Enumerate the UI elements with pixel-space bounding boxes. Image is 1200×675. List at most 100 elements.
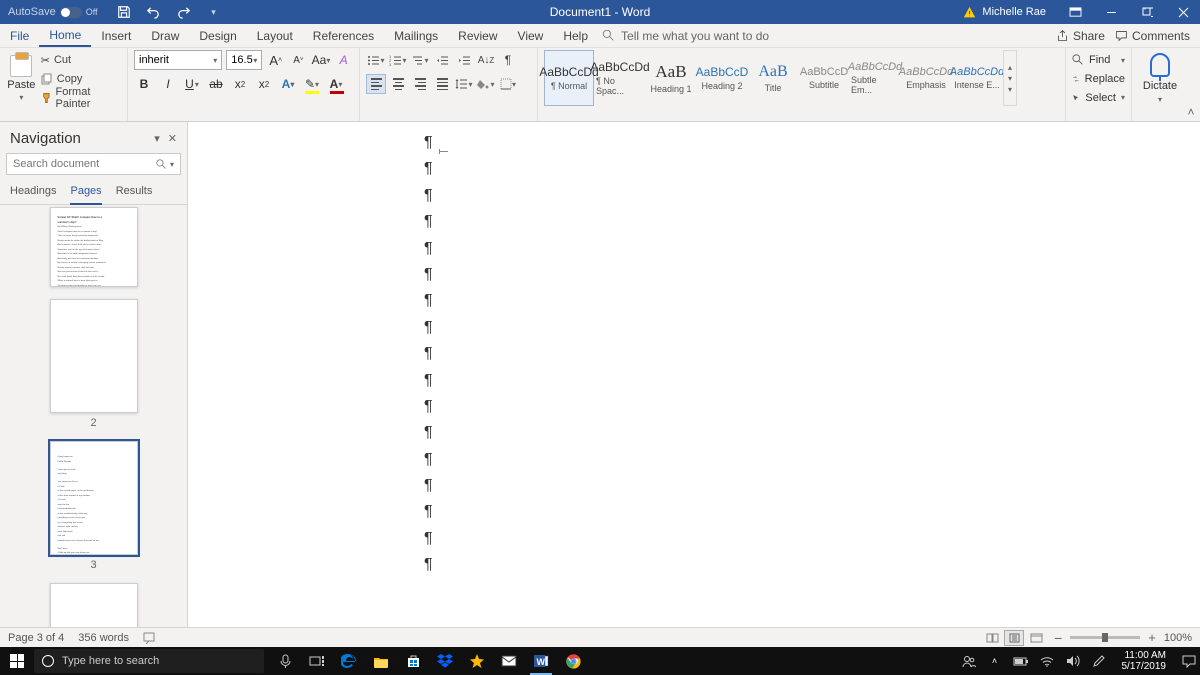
text-effects-button[interactable]: A▾ [278,74,298,94]
spell-check-icon[interactable] [143,632,157,644]
tab-references[interactable]: References [303,24,384,47]
underline-button[interactable]: U▾ [182,74,202,94]
nav-tab-results[interactable]: Results [116,181,153,204]
task-view-icon[interactable] [302,647,332,675]
sort-button[interactable]: A↓Z [476,50,496,70]
start-button[interactable] [0,647,34,675]
print-layout-icon[interactable] [1004,630,1024,646]
tab-help[interactable]: Help [553,24,598,47]
user-account[interactable]: Michelle Rae [953,6,1056,19]
increase-indent-button[interactable] [454,50,474,70]
style-heading2[interactable]: AaBbCcDHeading 2 [697,50,747,106]
format-painter-button[interactable]: Format Painter [41,89,121,106]
nav-close-icon[interactable]: ✕ [168,132,177,145]
style-intense-emphasis[interactable]: AaBbCcDdIntense E... [952,50,1002,106]
shading-button[interactable]: ▾ [476,74,496,94]
thumbnail-page-2[interactable] [50,299,138,413]
redo-icon[interactable] [170,0,198,24]
collapse-ribbon-button[interactable]: ˄ [1182,48,1200,121]
tell-me-search[interactable]: Tell me what you want to do [602,24,769,47]
word-icon[interactable]: W [526,647,556,675]
page-indicator[interactable]: Page 3 of 4 [8,632,64,644]
style-title[interactable]: AaBTitle [748,50,798,106]
web-layout-icon[interactable] [1026,630,1046,646]
font-color-button[interactable]: A▾ [326,74,346,94]
style-heading1[interactable]: AaBHeading 1 [646,50,696,106]
superscript-button[interactable]: x2 [254,74,274,94]
italic-button[interactable]: I [158,74,178,94]
select-button[interactable]: Select▾ [1072,89,1125,106]
maximize-icon[interactable] [1130,0,1164,24]
autosave-toggle[interactable]: AutoSave Off [8,6,98,18]
dropbox-icon[interactable] [430,647,460,675]
cortana-mic-icon[interactable] [270,647,300,675]
show-marks-button[interactable]: ¶ [498,50,518,70]
clear-formatting-button[interactable]: A [334,50,353,70]
tab-draw[interactable]: Draw [141,24,189,47]
tray-expand-icon[interactable]: ˄ [986,656,1004,666]
save-icon[interactable] [110,0,138,24]
word-count[interactable]: 356 words [78,632,129,644]
style-emphasis[interactable]: AaBbCcDdEmphasis [901,50,951,106]
mail-icon[interactable] [494,647,524,675]
nav-menu-icon[interactable]: ▾ [154,132,160,145]
store-icon[interactable] [398,647,428,675]
zoom-in-button[interactable]: + [1148,630,1156,645]
zoom-out-button[interactable]: − [1054,630,1062,646]
tab-view[interactable]: View [508,24,554,47]
find-button[interactable]: Find▾ [1072,52,1125,69]
pen-icon[interactable] [1090,655,1108,668]
tab-layout[interactable]: Layout [247,24,303,47]
volume-icon[interactable] [1064,655,1082,667]
zoom-slider[interactable] [1070,636,1140,639]
numbering-button[interactable]: 123▾ [388,50,408,70]
shrink-font-button[interactable]: A˅ [289,50,308,70]
tab-mailings[interactable]: Mailings [384,24,448,47]
tab-insert[interactable]: Insert [91,24,141,47]
page-thumbnails[interactable]: Sonnet 18: Shall I compare thee to asumm… [0,205,187,647]
ribbon-display-icon[interactable] [1058,0,1092,24]
taskbar-search[interactable]: Type here to search [34,649,264,673]
nav-tab-headings[interactable]: Headings [10,181,56,204]
font-size-combo[interactable]: 16.5▾ [226,50,262,70]
style-no-spacing[interactable]: AaBbCcDd¶ No Spac... [595,50,645,106]
paste-button[interactable]: Paste ▾ [6,50,37,106]
navigation-search-input[interactable]: Search document ▾ [6,153,181,175]
battery-icon[interactable] [1012,657,1030,666]
qat-customize-icon[interactable]: ▾ [200,0,228,24]
zoom-level[interactable]: 100% [1164,632,1192,644]
tab-review[interactable]: Review [448,24,507,47]
dictate-button[interactable]: Dictate ▾ [1138,50,1182,106]
strikethrough-button[interactable]: ab [206,74,226,94]
taskbar-clock[interactable]: 11:00 AM 5/17/2019 [1116,650,1173,672]
people-icon[interactable] [960,655,978,668]
read-mode-icon[interactable] [982,630,1002,646]
bullets-button[interactable]: ▾ [366,50,386,70]
thumbnail-page-3[interactable]: If you forget mePablo Neruda I want you … [50,441,138,555]
tab-home[interactable]: Home [39,24,91,47]
file-explorer-icon[interactable] [366,647,396,675]
style-subtitle[interactable]: AaBbCcDSubtitle [799,50,849,106]
minimize-icon[interactable] [1094,0,1128,24]
undo-icon[interactable] [140,0,168,24]
app-icon[interactable] [462,647,492,675]
tab-file[interactable]: File [0,24,39,47]
style-subtle-emphasis[interactable]: AaBbCcDdSubtle Em... [850,50,900,106]
highlight-button[interactable]: ✎▾ [302,74,322,94]
subscript-button[interactable]: x2 [230,74,250,94]
change-case-button[interactable]: Aa▾ [312,50,331,70]
decrease-indent-button[interactable] [432,50,452,70]
align-center-button[interactable] [388,74,408,94]
align-left-button[interactable] [366,74,386,94]
bold-button[interactable]: B [134,74,154,94]
chrome-icon[interactable] [558,647,588,675]
style-normal[interactable]: AaBbCcDd¶ Normal [544,50,594,106]
close-icon[interactable] [1166,0,1200,24]
wifi-icon[interactable] [1038,656,1056,667]
share-button[interactable]: Share [1056,29,1105,43]
grow-font-button[interactable]: A˄ [266,50,285,70]
font-name-combo[interactable]: inherit▾ [134,50,222,70]
align-right-button[interactable] [410,74,430,94]
justify-button[interactable] [432,74,452,94]
styles-gallery[interactable]: AaBbCcDd¶ Normal AaBbCcDd¶ No Spac... Aa… [544,50,1059,106]
